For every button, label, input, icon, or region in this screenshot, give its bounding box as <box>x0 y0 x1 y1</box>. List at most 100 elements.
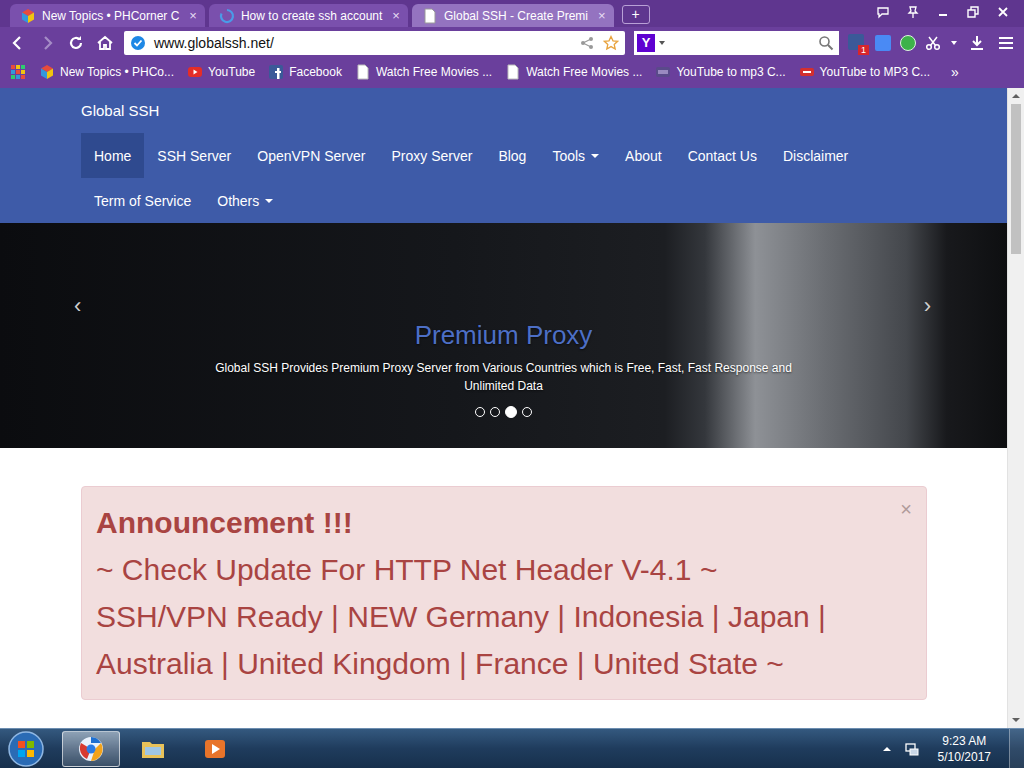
bookmarks-bar: New Topics • PHCo... YouTube Facebook Watch… <box>0 58 1024 86</box>
nav-item[interactable]: Others <box>204 178 286 223</box>
bookmark-label: YouTube <box>208 65 255 79</box>
new-tab-button[interactable]: + <box>622 5 650 24</box>
tab-label: Global SSH - Create Premi <box>444 9 588 23</box>
browser-icon <box>77 735 105 763</box>
nav-item[interactable]: Contact Us <box>675 133 770 178</box>
home-icon[interactable] <box>95 33 115 53</box>
address-text: www.globalssh.net/ <box>154 35 274 51</box>
site-brand[interactable]: Global SSH <box>81 102 159 119</box>
show-desktop-button[interactable] <box>1009 729 1024 768</box>
more-bookmarks-button[interactable]: » <box>951 64 959 80</box>
scroll-thumb[interactable] <box>1011 104 1021 254</box>
shield-icon[interactable] <box>900 35 916 51</box>
start-button-icon[interactable] <box>8 731 44 767</box>
clock-time: 9:23 AM <box>942 733 986 749</box>
nav-item[interactable]: Tools <box>539 133 612 178</box>
slide-indicator[interactable] <box>490 407 500 417</box>
nav-item[interactable]: Proxy Server <box>378 133 485 178</box>
bookmark[interactable]: New Topics • PHCo... <box>39 64 174 80</box>
slide-indicator[interactable] <box>522 407 532 417</box>
clock[interactable]: 9:23 AM5/10/2017 <box>932 733 997 765</box>
scissors-icon[interactable] <box>925 35 941 51</box>
screen: New Topics • PHCorner C×How to create ss… <box>0 0 1024 768</box>
tab-label: How to create ssh account <box>241 9 382 23</box>
share-icon[interactable] <box>579 35 595 51</box>
search-box[interactable]: Y <box>634 31 839 55</box>
taskbar-app[interactable] <box>124 731 182 767</box>
system-tray: 9:23 AM5/10/2017 <box>882 729 1024 768</box>
bookmark[interactable]: YouTube <box>187 64 255 80</box>
phcorner-icon <box>20 8 36 24</box>
mp3-icon <box>655 64 671 80</box>
previous-slide-button[interactable]: ‹ <box>74 293 81 319</box>
tab-close-button[interactable]: × <box>594 8 606 23</box>
apps-grid-icon[interactable] <box>10 64 26 80</box>
minimize-icon[interactable] <box>936 5 950 19</box>
download-icon[interactable] <box>967 33 987 53</box>
close-window-icon[interactable] <box>996 5 1010 19</box>
bookmark-label: YouTube to mp3 C... <box>676 65 785 79</box>
forward-arrow-icon[interactable] <box>37 33 57 53</box>
menu-icon[interactable] <box>996 33 1016 53</box>
network-icon[interactable] <box>904 741 920 757</box>
reload-icon[interactable] <box>66 33 86 53</box>
pin-icon[interactable] <box>906 5 920 19</box>
bookmark[interactable]: Watch Free Movies ... <box>505 64 642 80</box>
verified-icon <box>130 35 146 51</box>
next-slide-button[interactable]: › <box>924 293 931 319</box>
slide-title: Premium Proxy <box>415 319 593 351</box>
folder-icon <box>139 735 167 763</box>
caret-icon <box>265 199 273 203</box>
bookmark[interactable]: Facebook <box>268 64 342 80</box>
scroll-up-icon[interactable] <box>1008 88 1024 104</box>
tab-close-button[interactable]: × <box>185 8 197 23</box>
tab-label: New Topics • PHCorner C <box>42 9 179 23</box>
bookmark[interactable]: YouTube to mp3 C... <box>655 64 785 80</box>
bookmark-label: New Topics • PHCo... <box>60 65 174 79</box>
slide-indicator[interactable] <box>505 406 517 418</box>
nav-item[interactable]: Blog <box>485 133 539 178</box>
nav-item[interactable]: Disclaimer <box>770 133 861 178</box>
tab-close-button[interactable]: × <box>388 8 400 23</box>
toolbar: www.globalssh.net/Y 1 <box>0 27 1024 58</box>
browser-tab[interactable]: New Topics • PHCorner C × <box>10 4 205 27</box>
tab-strip: New Topics • PHCorner C×How to create ss… <box>0 0 1024 27</box>
slide-indicator[interactable] <box>475 407 485 417</box>
youtube-icon <box>187 64 203 80</box>
navbar: Global SSH HomeSSH ServerOpenVPN ServerPr… <box>0 88 1007 223</box>
announcement-title: Announcement !!! <box>96 499 886 546</box>
taskbar-app[interactable] <box>186 731 244 767</box>
media-player-icon <box>201 735 229 763</box>
translate-icon[interactable] <box>875 35 891 51</box>
magnifier-icon[interactable] <box>818 35 834 51</box>
taskbar-app[interactable] <box>62 731 120 767</box>
show-hidden-icons-icon[interactable] <box>882 744 892 754</box>
chat-icon[interactable] <box>876 5 890 19</box>
address-bar[interactable]: www.globalssh.net/ <box>124 31 625 55</box>
nav-item[interactable]: About <box>612 133 675 178</box>
bookmark[interactable]: Watch Free Movies ... <box>355 64 492 80</box>
nav-item[interactable]: Term of Service <box>81 178 204 223</box>
nav-item[interactable]: Home <box>81 133 144 178</box>
page-icon <box>505 64 521 80</box>
star-icon[interactable] <box>603 35 619 51</box>
bookmark[interactable]: YouTube to MP3 C... <box>799 64 931 80</box>
restore-icon[interactable] <box>966 5 980 19</box>
close-announcement-button[interactable]: × <box>900 497 912 521</box>
browser-tab[interactable]: Global SSH - Create Premi × <box>412 4 614 27</box>
facebook-extension[interactable]: 1 <box>848 34 866 52</box>
loading-spinner-icon <box>219 8 235 24</box>
nav-item[interactable]: SSH Server <box>144 133 244 178</box>
scrollbar[interactable] <box>1007 88 1024 728</box>
extension-menu-icon[interactable] <box>950 39 958 47</box>
bookmark-label: Watch Free Movies ... <box>376 65 492 79</box>
search-engine-logo[interactable]: Y <box>637 34 655 52</box>
carousel: ‹›Premium ProxyGlobal SSH Provides Premi… <box>0 223 1007 448</box>
announcement-line: ~ Check Update For HTTP Net Header V-4.1… <box>96 546 886 593</box>
browser-tab[interactable]: How to create ssh account × <box>209 4 408 27</box>
back-arrow-icon[interactable] <box>8 33 28 53</box>
scroll-down-icon[interactable] <box>1008 712 1024 728</box>
slide-indicators <box>475 407 532 418</box>
nav-item[interactable]: OpenVPN Server <box>244 133 378 178</box>
dropdown-icon[interactable] <box>658 39 666 47</box>
